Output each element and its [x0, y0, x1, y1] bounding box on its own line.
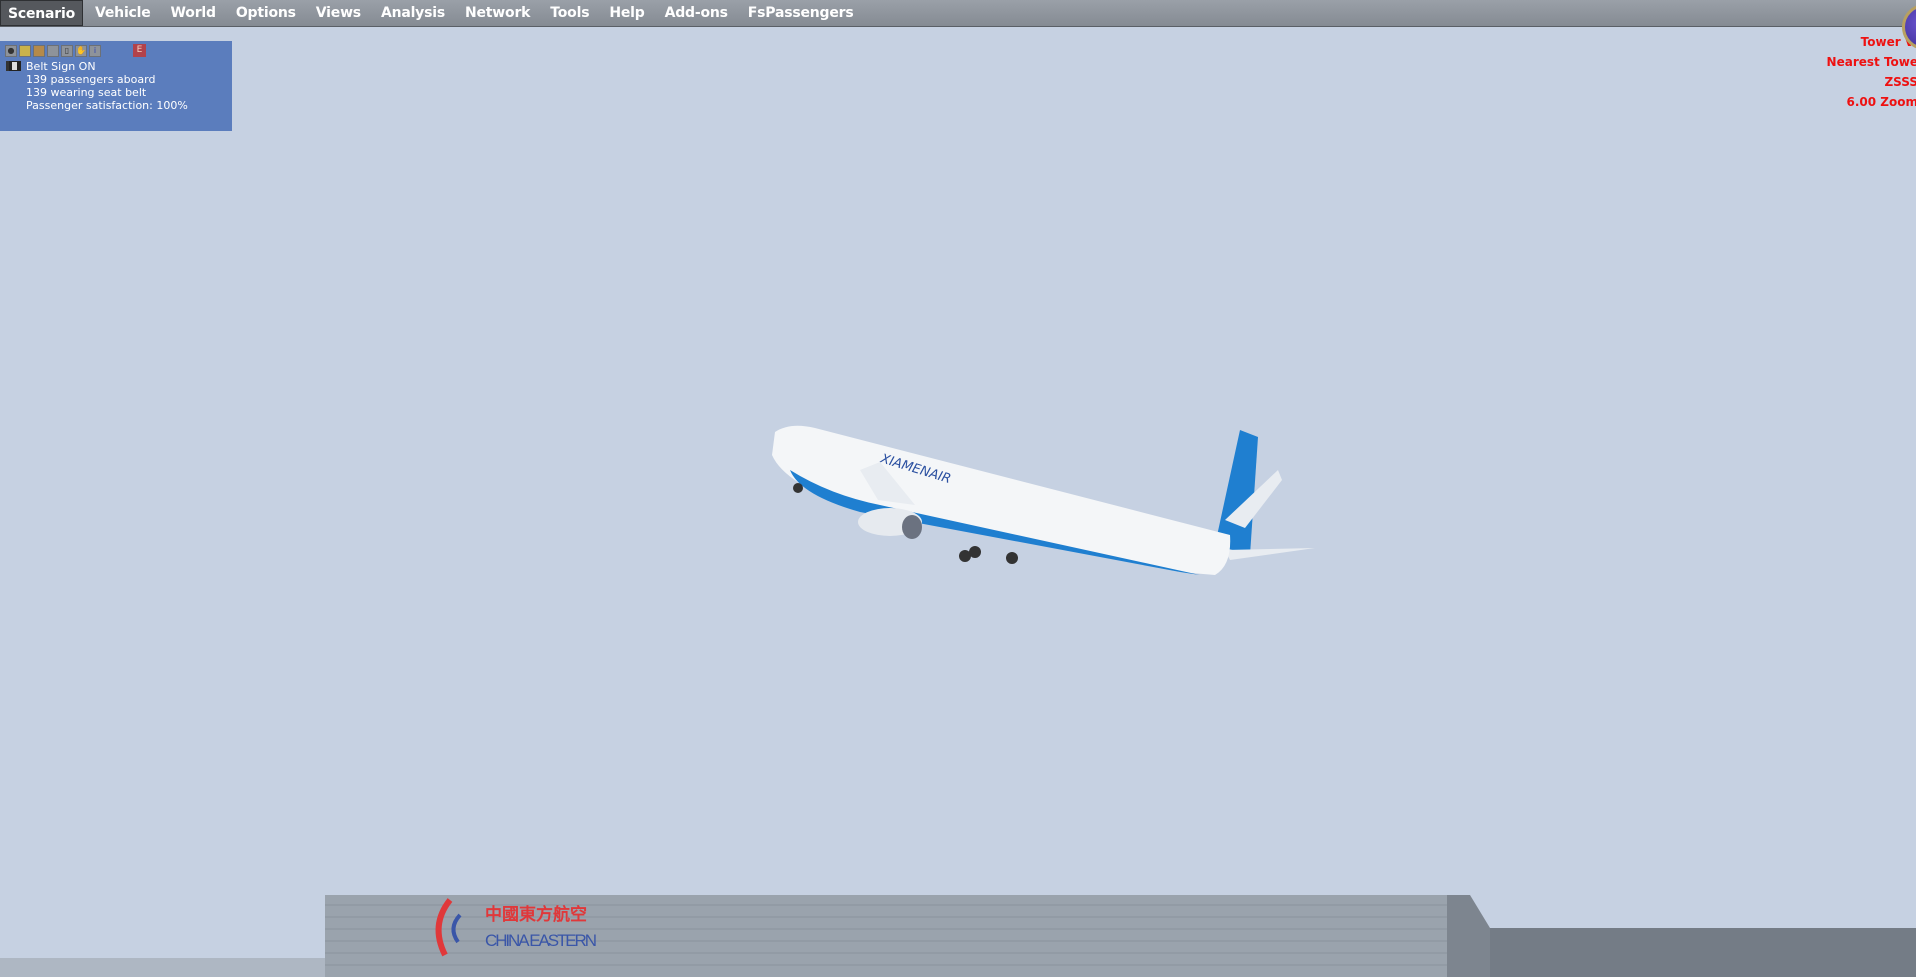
aircraft: XIAMENAIR — [772, 425, 1315, 575]
fspassengers-panel: ● ▯ ✋ i E Belt Sign ON 139 passengers ab… — [0, 41, 232, 131]
passengers-aboard: 139 passengers aboard — [26, 73, 156, 86]
menu-options[interactable]: Options — [228, 0, 304, 26]
printer-icon[interactable] — [47, 45, 59, 57]
document-icon[interactable]: ▯ — [61, 45, 73, 57]
menu-help[interactable]: Help — [601, 0, 652, 26]
airport-code: ZSSS — [1884, 75, 1916, 89]
card-icon[interactable] — [19, 45, 31, 57]
menu-add-ons[interactable]: Add-ons — [657, 0, 736, 26]
hangar-building: 中國東方航空 CHINA EASTERN — [0, 895, 1916, 977]
passenger-satisfaction: Passenger satisfaction: 100% — [26, 99, 188, 112]
menu-views[interactable]: Views — [308, 0, 369, 26]
view-subname: Nearest Towe — [1826, 55, 1916, 69]
menu-tools[interactable]: Tools — [542, 0, 597, 26]
menu-vehicle[interactable]: Vehicle — [87, 0, 159, 26]
menu-analysis[interactable]: Analysis — [373, 0, 453, 26]
exit-button[interactable]: E — [133, 44, 146, 57]
building-sign-cn: 中國東方航空 — [485, 904, 587, 925]
seatbelt-icon — [6, 61, 21, 71]
food-icon[interactable] — [33, 45, 45, 57]
hand-icon[interactable]: ✋ — [75, 45, 87, 57]
wearing-seat-belt: 139 wearing seat belt — [26, 86, 147, 99]
belt-sign-status: Belt Sign ON — [26, 60, 96, 73]
menu-bar: Scenario Vehicle World Options Views Ana… — [0, 0, 1916, 27]
info-icon[interactable]: i — [89, 45, 101, 57]
panel-toolbar: ● ▯ ✋ i — [5, 45, 101, 57]
menu-network[interactable]: Network — [457, 0, 538, 26]
menu-world[interactable]: World — [163, 0, 224, 26]
menu-scenario[interactable]: Scenario — [0, 0, 84, 26]
menu-fspassengers[interactable]: FsPassengers — [740, 0, 862, 26]
scene-layer: 中國東方航空 CHINA EASTERN XIAMENAIR — [0, 425, 1916, 977]
zoom-level: 6.00 Zoom — [1846, 95, 1916, 109]
building-sign: CHINA EASTERN — [485, 931, 597, 950]
eye-icon[interactable]: ● — [5, 45, 17, 57]
